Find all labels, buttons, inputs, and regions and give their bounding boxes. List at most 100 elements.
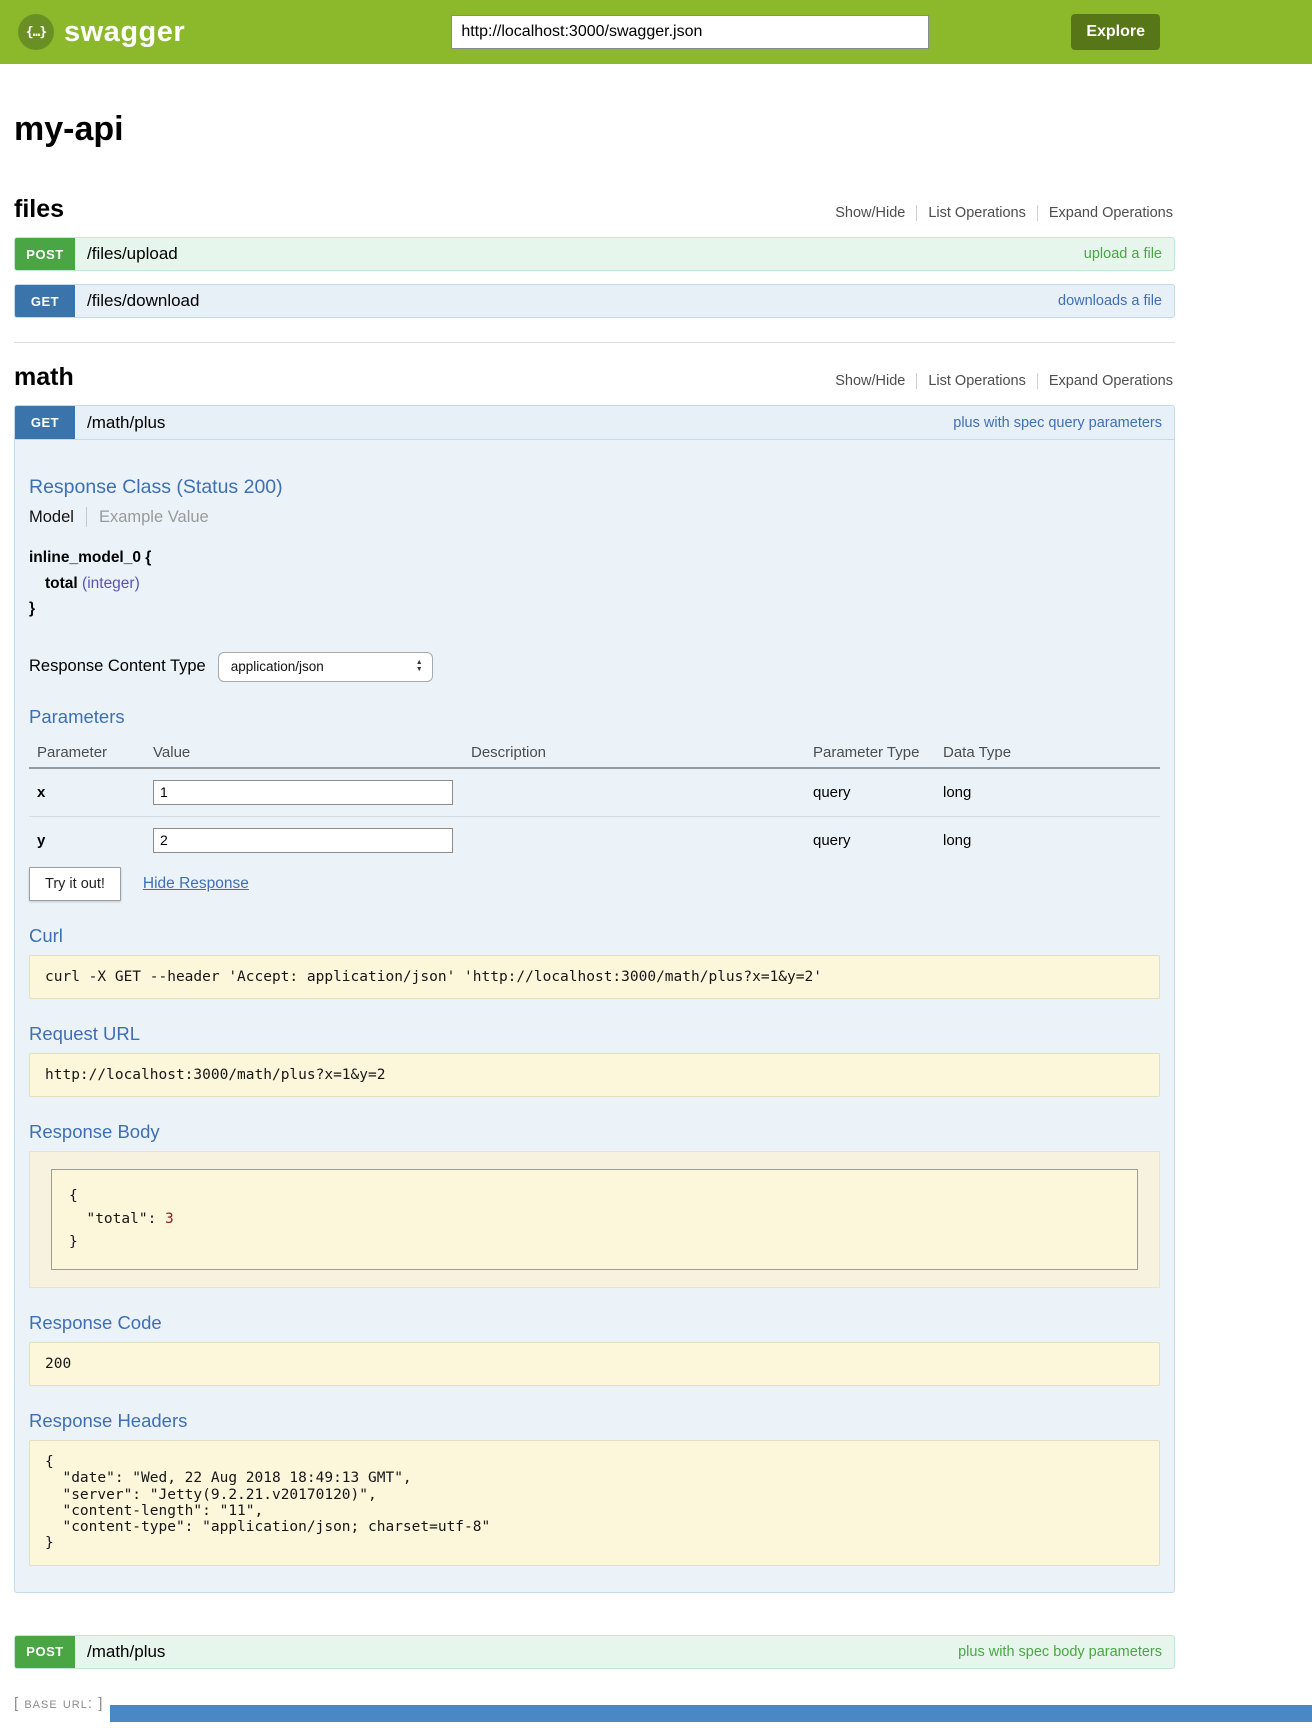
arrow-down-icon: ▼ xyxy=(416,667,423,674)
parameters-table-header-row: Parameter Value Description Parameter Ty… xyxy=(29,736,1160,768)
request-url-heading: Request URL xyxy=(29,1023,1160,1045)
files-section-header: files Show/Hide List Operations Expand O… xyxy=(14,195,1175,224)
header-bar: {…} swagger Explore xyxy=(0,0,1312,64)
op-summary[interactable]: downloads a file xyxy=(1058,293,1174,309)
response-body-outer: { "total": 3 } xyxy=(29,1151,1160,1289)
response-code-value: 200 xyxy=(45,1356,71,1372)
response-headers-heading: Response Headers xyxy=(29,1410,1160,1432)
model-signature: inline_model_0 { total (integer) } xyxy=(29,545,1160,622)
hide-response-link[interactable]: Hide Response xyxy=(143,875,249,893)
op-detail-panel: Response Class (Status 200) Model Exampl… xyxy=(15,440,1174,1592)
op-path[interactable]: /math/plus xyxy=(75,413,165,433)
model-close-line: } xyxy=(29,596,1160,622)
param-x-input[interactable] xyxy=(153,780,453,805)
param-data-type: long xyxy=(943,816,1160,861)
request-url-box: http://localhost:3000/math/plus?x=1&y=2 xyxy=(29,1053,1160,1097)
param-type: query xyxy=(813,816,943,861)
response-body-box: { "total": 3 } xyxy=(51,1169,1138,1271)
col-parameter: Parameter xyxy=(29,736,153,768)
response-body-heading: Response Body xyxy=(29,1121,1160,1143)
parameters-table: Parameter Value Description Parameter Ty… xyxy=(29,736,1160,861)
show-hide-link[interactable]: Show/Hide xyxy=(824,373,916,389)
tab-example-value[interactable]: Example Value xyxy=(99,508,209,527)
op-row-math-plus-get[interactable]: GET /math/plus plus with spec query para… xyxy=(15,406,1174,440)
method-badge-post: POST xyxy=(15,1636,75,1668)
param-description xyxy=(471,816,813,861)
op-path[interactable]: /files/download xyxy=(75,291,199,311)
swagger-logo[interactable]: {…} swagger xyxy=(18,14,185,50)
response-code-heading: Response Code xyxy=(29,1312,1160,1334)
op-summary[interactable]: upload a file xyxy=(1084,246,1174,262)
selected-content-type: application/json xyxy=(231,659,324,674)
param-name: y xyxy=(29,816,153,861)
response-headers-box: { "date": "Wed, 22 Aug 2018 18:49:13 GMT… xyxy=(29,1440,1160,1565)
show-hide-link[interactable]: Show/Hide xyxy=(824,205,916,221)
op-row-files-download[interactable]: GET /files/download downloads a file xyxy=(14,284,1175,318)
files-section-controls: Show/Hide List Operations Expand Operati… xyxy=(824,205,1175,221)
response-headers-json: { "date": "Wed, 22 Aug 2018 18:49:13 GMT… xyxy=(45,1454,1144,1551)
response-content-type-select[interactable]: application/json ▲ ▼ xyxy=(218,652,433,682)
math-section-header: math Show/Hide List Operations Expand Op… xyxy=(14,363,1175,392)
spec-url-input[interactable] xyxy=(451,15,929,49)
op-summary[interactable]: plus with spec query parameters xyxy=(953,415,1174,431)
col-description: Description xyxy=(471,736,813,768)
try-it-out-button[interactable]: Try it out! xyxy=(29,867,121,901)
op-path[interactable]: /files/upload xyxy=(75,244,178,264)
col-value: Value xyxy=(153,736,471,768)
swagger-logo-icon: {…} xyxy=(18,14,54,50)
op-path[interactable]: /math/plus xyxy=(75,1642,165,1662)
op-block-math-plus-get: GET /math/plus plus with spec query para… xyxy=(14,405,1175,1593)
param-type: query xyxy=(813,768,943,817)
list-operations-link[interactable]: List Operations xyxy=(916,373,1037,389)
explore-button[interactable]: Explore xyxy=(1071,14,1160,50)
param-row-y: y query long xyxy=(29,816,1160,861)
main-content: my-api files Show/Hide List Operations E… xyxy=(14,110,1175,1712)
method-badge-get: GET xyxy=(15,285,75,317)
request-url: http://localhost:3000/math/plus?x=1&y=2 xyxy=(45,1067,385,1083)
model-tabs: Model Example Value xyxy=(29,507,1160,527)
curl-command: curl -X GET --header 'Accept: applicatio… xyxy=(45,969,822,985)
json-key: "total": xyxy=(69,1211,165,1227)
json-line: { xyxy=(45,1454,54,1470)
json-line: "server": "Jetty(9.2.21.v20170120)", xyxy=(45,1487,377,1503)
parameters-heading: Parameters xyxy=(29,706,1160,728)
select-arrows-icon: ▲ ▼ xyxy=(416,660,423,673)
bottom-bar xyxy=(110,1705,1312,1722)
response-class-heading: Response Class (Status 200) xyxy=(29,476,1160,499)
method-badge-post: POST xyxy=(15,238,75,270)
response-body-json: { "total": 3 } xyxy=(69,1185,1120,1255)
method-badge-get: GET xyxy=(15,406,75,439)
json-line: { xyxy=(69,1188,78,1204)
list-operations-link[interactable]: List Operations xyxy=(916,205,1037,221)
param-description xyxy=(471,768,813,817)
response-content-type-label: Response Content Type xyxy=(29,657,206,676)
model-property-type: (integer) xyxy=(82,575,140,592)
col-parameter-type: Parameter Type xyxy=(813,736,943,768)
col-data-type: Data Type xyxy=(943,736,1160,768)
curl-heading: Curl xyxy=(29,925,1160,947)
json-line: "content-type": "application/json; chars… xyxy=(45,1519,490,1535)
model-property-name: total xyxy=(45,575,78,592)
param-name: x xyxy=(29,768,153,817)
math-section-controls: Show/Hide List Operations Expand Operati… xyxy=(824,373,1175,389)
json-line: } xyxy=(69,1234,78,1250)
math-section-title: math xyxy=(14,363,74,392)
json-line: "date": "Wed, 22 Aug 2018 18:49:13 GMT", xyxy=(45,1470,412,1486)
expand-operations-link[interactable]: Expand Operations xyxy=(1037,373,1175,389)
model-open-line: inline_model_0 { xyxy=(29,545,1160,571)
response-code-box: 200 xyxy=(29,1342,1160,1386)
tab-separator xyxy=(86,507,87,527)
response-content-type-row: Response Content Type application/json ▲… xyxy=(29,652,1160,682)
op-row-files-upload[interactable]: POST /files/upload upload a file xyxy=(14,237,1175,271)
param-y-input[interactable] xyxy=(153,828,453,853)
op-summary[interactable]: plus with spec body parameters xyxy=(958,1644,1174,1660)
tab-model[interactable]: Model xyxy=(29,508,74,527)
json-line: "content-length": "11", xyxy=(45,1503,263,1519)
page-title: my-api xyxy=(14,110,1175,149)
op-row-math-plus-post[interactable]: POST /math/plus plus with spec body para… xyxy=(14,1635,1175,1669)
expand-operations-link[interactable]: Expand Operations xyxy=(1037,205,1175,221)
param-data-type: long xyxy=(943,768,1160,817)
model-property-line: total (integer) xyxy=(29,571,1160,597)
curl-command-box: curl -X GET --header 'Accept: applicatio… xyxy=(29,955,1160,999)
param-row-x: x query long xyxy=(29,768,1160,817)
